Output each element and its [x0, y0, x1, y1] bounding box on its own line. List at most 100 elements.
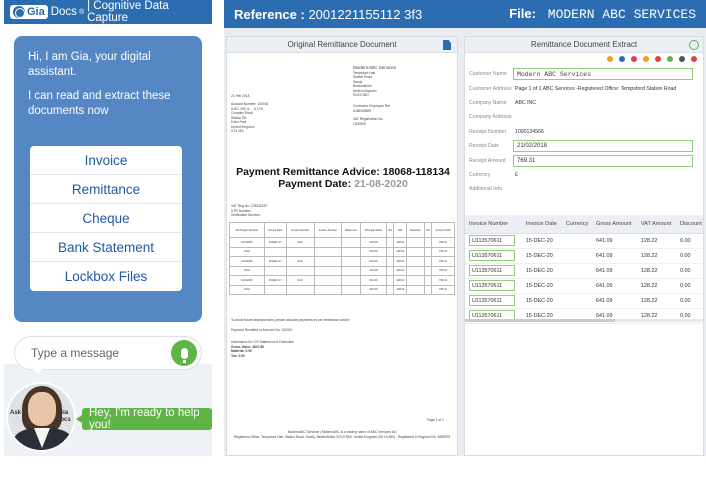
invoice-number-input[interactable]: U113570611 — [469, 250, 515, 261]
invoice-number-input[interactable]: U113570611 — [469, 265, 515, 276]
doc-line: To avoid future discrepancies, please al… — [231, 318, 350, 322]
doc-table-cell: 641.09 — [359, 256, 388, 267]
invoice-row[interactable]: U113570611 15-DEC-20 641.09 128.22 0.00 — [465, 278, 703, 294]
field-value: Page 1 of 1 ABC Services -Registered Off… — [515, 85, 677, 92]
doc-table-cell — [406, 275, 425, 286]
doc-table-row: Total 641.09 128.22 769.31 — [229, 246, 455, 257]
smile-icon[interactable] — [689, 40, 699, 50]
option-remittance[interactable]: Remittance — [30, 175, 182, 204]
doc-line: Registered Office: Tempsford Hall, Stati… — [233, 434, 451, 439]
invoice-column-header[interactable]: Currency — [561, 215, 593, 234]
field-label: Currency — [469, 171, 491, 178]
registered-mark: ® — [78, 8, 85, 16]
invoice-column-header[interactable]: Discount A — [676, 215, 703, 234]
horizontal-scrollbar[interactable] — [465, 319, 703, 322]
option-invoice[interactable]: Invoice — [30, 146, 182, 175]
header-tagline: | Cognitive Data Capture — [87, 0, 169, 24]
avatar-name-line-2: Docs — [56, 417, 71, 423]
doc-table-cell: 641.09 — [359, 275, 388, 286]
invoice-cell — [561, 263, 593, 279]
toolbar-action-icon[interactable] — [607, 56, 613, 62]
field-row: Currency £ — [465, 168, 703, 182]
doc-line: ModernABC Services — [353, 65, 397, 70]
option-lockbox-files[interactable]: Lockbox Files — [30, 262, 182, 291]
toolbar-action-icon[interactable] — [619, 56, 625, 62]
invoice-number-input[interactable]: U113570611 — [469, 280, 515, 291]
invoice-row[interactable]: U113570611 15-DEC-20 641.09 128.22 0.00 — [465, 248, 703, 264]
doc-table-cell — [341, 256, 361, 267]
doc-table-cell — [406, 237, 425, 248]
invoice-column-header[interactable]: Invoice Number — [465, 215, 522, 234]
doc-table-cell: 769.31 — [431, 265, 455, 276]
invoice-row[interactable]: U113570611 15-DEC-20 641.09 128.22 0.00 — [465, 293, 703, 309]
invoice-number-input[interactable]: U113570611 — [469, 235, 515, 246]
doc-table-cell — [263, 246, 287, 257]
file-label: File: — [509, 6, 536, 21]
doc-table-cell: 769.31 — [431, 237, 455, 248]
doc-table-header: VAT — [393, 222, 408, 238]
doc-table-cell — [423, 237, 433, 248]
payment-advice-heading: Payment Remittance Advice: 18068-118134 … — [235, 166, 451, 190]
invoice-row[interactable]: U113570611 15-DEC-20 641.09 128.22 0.00 — [465, 233, 703, 249]
doc-table-cell — [285, 284, 315, 295]
invoice-cell: 0.00 — [676, 248, 703, 264]
invoice-number-input[interactable]: U113570611 — [469, 295, 515, 306]
doc-page-number: Page 1 of 1 — [427, 418, 444, 422]
invoice-cell: 641.09 — [592, 233, 637, 249]
field-value-input[interactable]: 769.31 — [513, 154, 693, 167]
doc-table-cell: 128.22 — [393, 284, 408, 295]
toolbar-action-icon[interactable] — [691, 56, 697, 62]
doc-table-cell: 769.31 — [431, 284, 455, 295]
doc-table-cell — [263, 284, 287, 295]
doc-sender-address: ModernABC Services Tempsford Hall Statio… — [353, 65, 397, 98]
message-input[interactable] — [31, 346, 161, 360]
toolbar-action-icon[interactable] — [655, 56, 661, 62]
doc-table-cell: 15-DEC-17 — [263, 237, 287, 248]
doc-table-cell: 128.22 — [393, 275, 408, 286]
extraction-app: Reference : 2001221155112 3f3 File: MODE… — [224, 0, 706, 456]
field-value: 1000134566 — [515, 128, 544, 135]
doc-table-cell: 641.09 — [359, 237, 388, 248]
option-cheque[interactable]: Cheque — [30, 204, 182, 233]
invoice-column-header[interactable]: Invoice Date — [521, 215, 562, 234]
top-bar: Reference : 2001221155112 3f3 File: MODE… — [224, 0, 706, 28]
scrollbar-thumb[interactable] — [465, 319, 615, 322]
toolbar-action-icon[interactable] — [667, 56, 673, 62]
doc-table-cell — [406, 246, 425, 257]
doc-table-cell: 128.22 — [393, 237, 408, 248]
globe-icon — [13, 6, 25, 18]
brand-name: Gia — [27, 6, 45, 18]
doc-table-cell — [313, 284, 343, 295]
invoice-cell — [561, 233, 593, 249]
original-document-header: Original Remittance Document — [227, 37, 457, 53]
doc-table-cell: 128.22 — [393, 256, 408, 267]
toolbar-action-icon[interactable] — [631, 56, 637, 62]
toolbar-action-icon[interactable] — [643, 56, 649, 62]
avatar-name: Gia Docs — [56, 410, 71, 424]
microphone-button[interactable] — [171, 340, 197, 366]
doc-table-header: Invoice Number — [285, 222, 315, 238]
doc-table-cell: 641.09 — [359, 246, 388, 257]
invoice-column-header[interactable]: Gross Amount — [592, 215, 637, 234]
extract-header: Remittance Document Extract — [465, 37, 703, 53]
extract-pane: Remittance Document Extract Customer Nam… — [464, 36, 704, 456]
doc-table-row: 12411300 15-DEC-17 Rich 641.09 128.22 769.31 — [229, 256, 455, 267]
option-bank-statement[interactable]: Bank Statement — [30, 233, 182, 262]
document-icon[interactable] — [443, 40, 451, 50]
doc-table-cell: 12411300 — [229, 275, 265, 286]
doc-table-cell: 641.09 — [359, 284, 388, 295]
field-value-input[interactable]: Modern ABC Services — [513, 68, 693, 81]
field-label: Additional Info. — [469, 186, 504, 193]
doc-table-cell — [386, 275, 395, 286]
invoice-cell: 128.22 — [636, 248, 677, 264]
field-label: Company Name — [469, 99, 507, 106]
invoice-row[interactable]: U113570611 15-DEC-20 641.09 128.22 0.00 — [465, 263, 703, 279]
invoice-column-header[interactable]: VAT Amount — [636, 215, 677, 234]
doc-table-cell — [423, 284, 433, 295]
toolbar-action-icon[interactable] — [679, 56, 685, 62]
gia-logo: Gia — [10, 5, 48, 19]
payment-advice-number: Payment Remittance Advice: 18068-118134 — [236, 166, 450, 178]
doc-table-cell: Total — [229, 265, 265, 276]
doc-table-cell — [386, 237, 395, 248]
field-value-input[interactable]: 21/02/2018 — [513, 140, 693, 153]
